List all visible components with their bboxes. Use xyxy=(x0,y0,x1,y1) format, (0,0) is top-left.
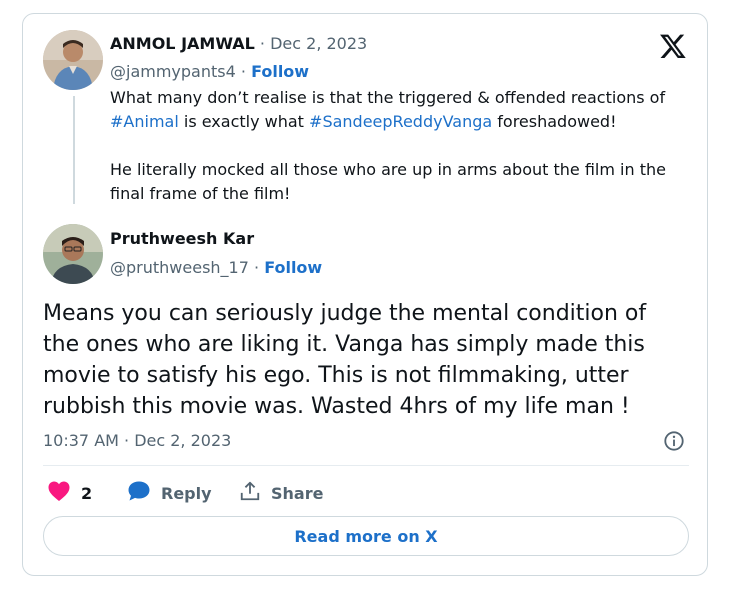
share-icon xyxy=(239,480,261,506)
reply-author-name[interactable]: Pruthweesh Kar xyxy=(110,229,254,248)
share-button[interactable]: Share xyxy=(239,480,323,506)
parent-header: ANMOL JAMWAL · Dec 2, 2023 xyxy=(110,34,367,53)
info-icon[interactable] xyxy=(663,430,685,456)
reply-label: Reply xyxy=(161,483,212,503)
follow-button-pruthweesh[interactable]: Follow xyxy=(264,258,322,277)
hashtag-animal[interactable]: #Animal xyxy=(110,112,179,131)
reply-header: Pruthweesh Kar xyxy=(110,229,254,248)
reply-line: rubbish this movie was. Wasted 4hrs of m… xyxy=(43,394,630,419)
thread-connector-line xyxy=(73,96,75,204)
reply-line: the ones who are liking it. Vanga has si… xyxy=(43,332,645,357)
parent-handle-row: @jammypants4 · Follow xyxy=(110,62,309,81)
reply-tweet-text: Means you can seriously judge the mental… xyxy=(43,298,693,422)
share-label: Share xyxy=(271,483,324,503)
parent-line-1: What many don’t realise is that the trig… xyxy=(110,88,666,107)
parent-para2-line-1: He literally mocked all those who are up… xyxy=(110,160,666,179)
read-more-button[interactable]: Read more on X xyxy=(43,516,689,556)
follow-button-anmol[interactable]: Follow xyxy=(251,62,309,81)
hashtag-sandeepreddyvanga[interactable]: #SandeepReddyVanga xyxy=(309,112,492,131)
separator-dot: · xyxy=(240,62,246,81)
reply-button[interactable]: Reply xyxy=(127,480,212,506)
reply-line: movie to satisfy his ego. This is not fi… xyxy=(43,363,629,388)
parent-date[interactable]: · Dec 2, 2023 xyxy=(260,34,367,53)
parent-author-name[interactable]: ANMOL JAMWAL xyxy=(110,34,255,53)
like-count: 2 xyxy=(81,483,93,503)
like-button[interactable]: 2 xyxy=(47,480,92,506)
embedded-tweet-card: ANMOL JAMWAL · Dec 2, 2023 @jammypants4 … xyxy=(22,13,708,576)
avatar-pruthweesh[interactable] xyxy=(43,224,103,284)
avatar-anmol[interactable] xyxy=(43,30,103,90)
x-logo-icon[interactable] xyxy=(658,32,688,64)
reply-timestamp[interactable]: 10:37 AM · Dec 2, 2023 xyxy=(43,431,231,450)
parent-tweet-text: What many don’t realise is that the trig… xyxy=(110,86,700,206)
parent-para2-line-2: final frame of the film! xyxy=(110,184,291,203)
parent-line-2: #Animal is exactly what #SandeepReddyVan… xyxy=(110,112,617,131)
divider xyxy=(43,465,689,466)
reply-handle[interactable]: @pruthweesh_17 xyxy=(110,258,249,277)
separator-dot: · xyxy=(254,258,260,277)
reply-line: Means you can seriously judge the mental… xyxy=(43,301,647,326)
heart-icon xyxy=(47,480,71,506)
reply-bubble-icon xyxy=(127,480,151,506)
parent-handle[interactable]: @jammypants4 xyxy=(110,62,236,81)
reply-handle-row: @pruthweesh_17 · Follow xyxy=(110,258,322,277)
